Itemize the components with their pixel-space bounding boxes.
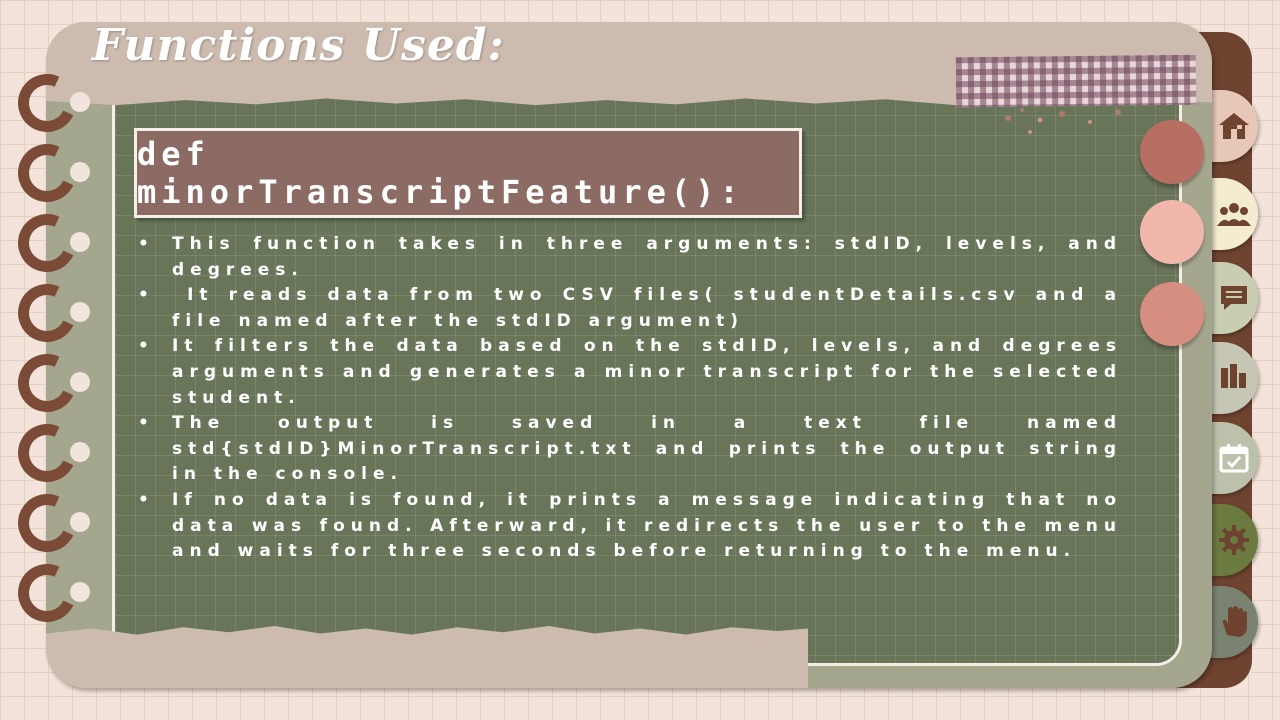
list-item: If no data is found, it prints a message… bbox=[138, 488, 1122, 565]
decor-circle-2 bbox=[1140, 200, 1204, 264]
list-item: It filters the data based on the stdID, … bbox=[138, 334, 1122, 411]
hand-icon bbox=[1216, 604, 1252, 640]
calendar-check-icon bbox=[1216, 440, 1252, 476]
decor-circle-3 bbox=[1140, 282, 1204, 346]
gear-icon bbox=[1216, 522, 1252, 558]
function-signature: def minorTranscriptFeature(): bbox=[137, 135, 744, 211]
slide-title: Functions Used: bbox=[92, 20, 505, 71]
speckle-decoration bbox=[1005, 108, 1121, 134]
bar-chart-icon bbox=[1216, 358, 1252, 394]
list-item: It reads data from two CSV files( studen… bbox=[138, 283, 1122, 334]
list-item: This function takes in three arguments: … bbox=[138, 232, 1122, 283]
torn-paper-footer bbox=[46, 626, 808, 688]
home-icon bbox=[1216, 108, 1252, 144]
group-icon bbox=[1216, 196, 1252, 232]
description-list: This function takes in three arguments: … bbox=[138, 232, 1122, 565]
decor-circle-1 bbox=[1140, 120, 1204, 184]
function-signature-box: def minorTranscriptFeature(): bbox=[134, 128, 802, 218]
list-item: The output is saved in a text file named… bbox=[138, 411, 1122, 488]
chat-icon bbox=[1216, 280, 1252, 316]
